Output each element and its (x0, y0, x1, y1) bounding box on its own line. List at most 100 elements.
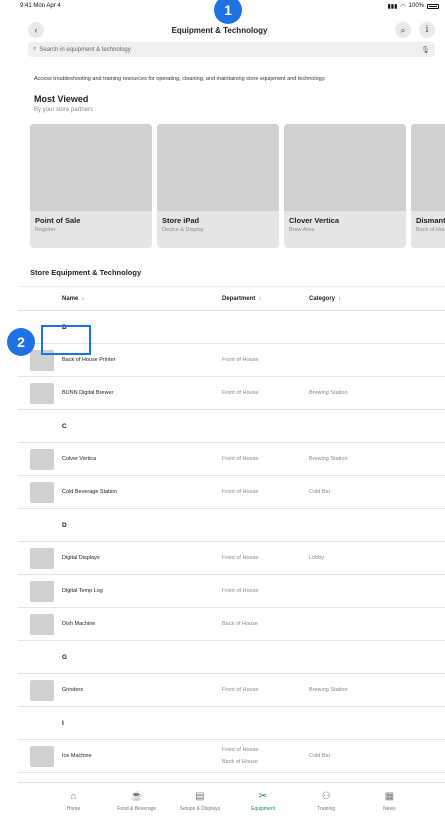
tab-home[interactable]: ⌂ Home (44, 791, 104, 812)
tab-training[interactable]: ⚇ Training (296, 791, 356, 812)
section-letter: C (62, 422, 67, 430)
store-equipment-title: Store Equipment & Technology (30, 268, 142, 277)
item-name: Grinders (62, 687, 84, 693)
section-letter-row: D (18, 509, 445, 542)
card-dismantle[interactable]: Dismantle Back of House (411, 124, 445, 248)
card-image (411, 124, 445, 211)
card-image (284, 124, 406, 211)
item-category: Cold Bar (309, 489, 331, 495)
wifi-icon: ◠ (400, 3, 406, 10)
item-thumbnail (30, 745, 54, 767)
item-department-primary: Front of House (222, 555, 259, 561)
item-department-primary: Front of House (222, 588, 259, 594)
item-category: Brewing Station (309, 687, 348, 693)
section-letter: I (62, 719, 64, 727)
item-thumbnail (30, 448, 54, 470)
tab-label: Equipment (251, 806, 275, 812)
signal-icon: ▮▮▮ (387, 3, 398, 10)
item-department-primary: Front of House (222, 747, 259, 753)
card-point-of-sale[interactable]: Point of Sale Register (30, 124, 152, 248)
item-category: Cold Bar (309, 753, 331, 759)
search-icon: ⌕ (33, 46, 37, 52)
item-name: Digital Displays (62, 555, 100, 561)
item-name: Ice Machine (62, 753, 92, 759)
battery-icon (427, 3, 439, 9)
search-field-left: ⌕ Search in equipment & technology (33, 46, 131, 53)
item-department-primary: Front of House (222, 687, 259, 693)
table-row[interactable]: Colver Vertica Front of House Brewing Stat… (18, 443, 445, 476)
section-letter: G (62, 653, 68, 661)
card-subtitle: Back of House (416, 227, 445, 233)
table-row[interactable]: Cold Beverage Station Front of House Cold … (18, 476, 445, 509)
tools-icon: ✂ (258, 791, 268, 802)
item-thumbnail (30, 580, 54, 602)
arrow-down-icon: ↓ (81, 295, 85, 302)
item-name: Cold Beverage Station (62, 489, 118, 495)
card-subtitle: Brew Area (289, 227, 315, 233)
card-title: Store iPad (162, 216, 200, 225)
tab-equipment[interactable]: ✂ Equipment (233, 791, 293, 812)
info-button[interactable]: i (418, 22, 435, 38)
item-department-primary: Front of House (222, 390, 259, 396)
item-department: Front of House (222, 588, 258, 594)
item-category: Lobby (309, 555, 324, 561)
sort-name-button[interactable]: Name ↓ (62, 296, 84, 302)
item-department: Front of House (222, 687, 258, 693)
item-thumbnail (30, 679, 54, 701)
header-name-label: Name (62, 295, 79, 302)
sort-category-button[interactable]: Category ↓ (309, 296, 341, 302)
item-department-primary: Front of House (222, 489, 259, 495)
cup-icon: ☕ (130, 791, 143, 802)
people-icon: ⚇ (321, 791, 331, 802)
arrow-down-icon: ↓ (258, 295, 262, 302)
back-button[interactable]: ‹ (28, 22, 44, 38)
card-clover-vertica[interactable]: Clover Vertica Brew Area (284, 124, 406, 248)
tab-food-beverage[interactable]: ☕ Food & Beverage (107, 791, 167, 812)
intro-text: Access troubleshooting and training reso… (34, 76, 326, 82)
item-category: Brewing Station (309, 456, 348, 462)
card-image (157, 124, 279, 211)
section-letter-row: C (18, 410, 445, 443)
table-row[interactable]: Digital Temp Log Front of House (18, 575, 445, 608)
page-title: Equipment & Technology (171, 25, 268, 35)
card-title: Point of Sale (35, 216, 81, 225)
battery-percent: 100% (408, 3, 424, 9)
item-thumbnail (30, 613, 54, 635)
annotation-badge-2: 2 (7, 328, 35, 356)
table-row[interactable]: Grinders Front of House Brewing Station (18, 674, 445, 707)
section-letter-row: G (18, 641, 445, 674)
table-row[interactable]: Ice Machine Front of House Back of House Co… (18, 740, 445, 773)
chevron-left-icon: ‹ (34, 25, 38, 35)
search-placeholder: Search in equipment & technology (39, 46, 131, 53)
item-thumbnail (30, 382, 54, 404)
tab-label: Training (317, 806, 336, 812)
search-button[interactable]: ⌕ (394, 22, 411, 38)
microphone-icon[interactable]: 🎙 (421, 46, 430, 54)
card-subtitle: Register (35, 227, 56, 233)
search-icon: ⌕ (400, 24, 406, 35)
status-time: 9:41 Mon Apr 4 (20, 3, 61, 9)
item-department-primary: Front of House (222, 357, 259, 363)
item-department-primary: Back of House (222, 621, 258, 627)
tab-label: Home (66, 806, 81, 812)
most-viewed-carousel[interactable]: Point of Sale Register Store iPad Device… (18, 124, 445, 248)
table-row[interactable]: Dish Machine Back of House (18, 608, 445, 641)
item-department: Front of House (222, 456, 258, 462)
table-row[interactable]: Digital Displays Front of House Lobby (18, 542, 445, 575)
table-row[interactable]: BUNN Digital Brewer Front of House Brewing… (18, 377, 445, 410)
card-title: Dismantle (416, 216, 445, 225)
tab-setups-displays[interactable]: ▤ Setups & Displays (170, 791, 230, 812)
arrow-down-icon: ↓ (338, 295, 342, 302)
item-name: Colver Vertica (62, 456, 97, 462)
item-name: Digital Temp Log (62, 588, 103, 594)
sort-department-button[interactable]: Department ↓ (222, 296, 261, 302)
section-letter-row: I (18, 707, 445, 740)
item-department: Front of House (222, 390, 258, 396)
tab-news[interactable]: ▦ News (359, 791, 419, 812)
item-department: Front of House (222, 357, 258, 363)
item-department: Back of House (222, 621, 258, 627)
equipment-table: Name ↓ Department ↓ Category ↓ B Back of Hou… (18, 286, 445, 773)
search-input[interactable]: ⌕ Search in equipment & technology 🎙 (28, 42, 435, 57)
nav-actions: ⌕ i (394, 22, 435, 38)
card-store-ipad[interactable]: Store iPad Device & Display (157, 124, 279, 248)
